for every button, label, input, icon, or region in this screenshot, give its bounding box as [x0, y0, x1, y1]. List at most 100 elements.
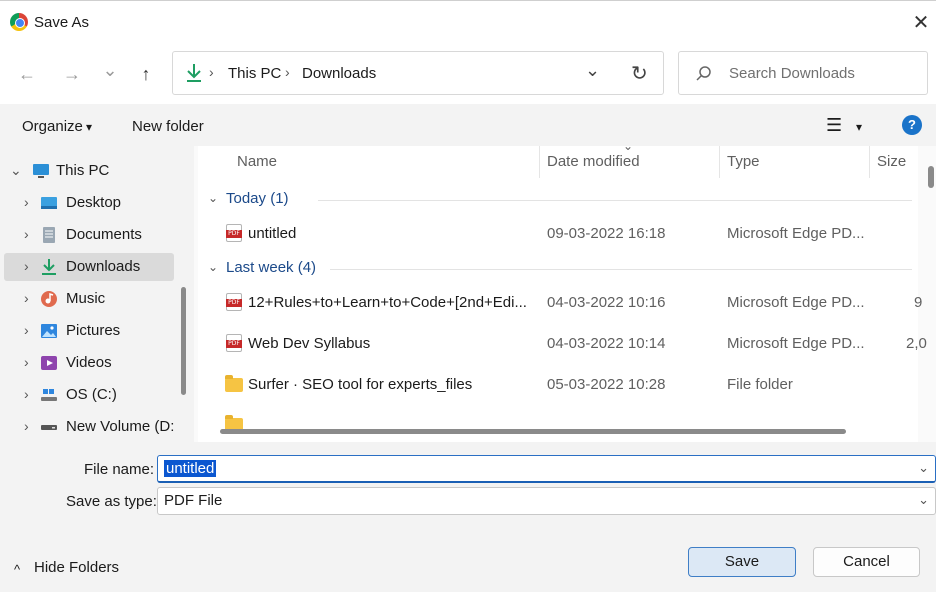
file-name-dropdown-icon[interactable]: ⌄ [918, 460, 929, 476]
sidebar-item-desktop[interactable]: › Desktop [4, 189, 174, 217]
file-name-input[interactable]: untitled [164, 460, 217, 477]
expand-chevron-icon[interactable]: › [24, 322, 29, 338]
search-icon [696, 66, 711, 81]
save-as-type-select[interactable]: PDF File ⌄ [157, 487, 936, 515]
file-size: 9 [914, 294, 923, 311]
pdf-file-icon [226, 293, 242, 311]
file-size: 2,0 [906, 335, 927, 352]
forward-arrow-icon[interactable]: → [59, 62, 85, 86]
breadcrumb-this-pc[interactable]: This PC [228, 65, 281, 82]
sidebar-item-pictures[interactable]: › Pictures [4, 317, 174, 345]
file-row[interactable]: untitled 09-03-2022 16:18 Microsoft Edge… [198, 222, 918, 246]
pdf-file-icon [226, 224, 242, 242]
music-icon [41, 291, 57, 307]
horizontal-scrollbar[interactable] [220, 429, 846, 434]
save-as-type-dropdown-icon[interactable]: ⌄ [918, 492, 929, 508]
file-name: 12+Rules+to+Learn+to+Code+[2nd+Edi... [248, 294, 527, 311]
navigation-bar: ← → ⌄ ↑ › This PC › Downloads ⌄ ↻ Search… [0, 44, 936, 104]
documents-icon [43, 227, 55, 243]
file-name: Web Dev Syllabus [248, 335, 371, 352]
drive-icon [41, 425, 57, 430]
download-location-icon [187, 64, 201, 82]
file-list: Name ⌄ Date modified Type Size ⌄ Today (… [198, 146, 927, 442]
save-form: File name: untitled ⌄ Save as type: PDF … [0, 442, 936, 592]
expand-chevron-icon[interactable]: › [24, 354, 29, 370]
collapse-chevron-icon[interactable]: ⌄ [10, 162, 22, 179]
pdf-file-icon [226, 334, 242, 352]
sidebar-item-label: OS (C:) [66, 386, 117, 403]
sidebar-item-label: Desktop [66, 194, 122, 211]
file-date: 09-03-2022 16:18 [547, 225, 666, 242]
file-name-field[interactable]: untitled ⌄ [157, 455, 936, 483]
refresh-icon[interactable]: ↻ [631, 61, 648, 86]
file-name: Surfer · SEO tool for experts_files [248, 376, 473, 393]
view-options-icon[interactable]: ☰ [826, 115, 842, 136]
sidebar-item-label: Music [66, 290, 106, 307]
file-date: 04-03-2022 10:14 [547, 335, 666, 352]
search-box[interactable]: Search Downloads [678, 51, 928, 95]
sort-indicator-icon: ⌄ [623, 146, 634, 153]
group-collapse-chevron-icon[interactable]: ⌄ [208, 191, 218, 205]
sidebar-item-music[interactable]: › Music [4, 285, 174, 313]
cancel-button[interactable]: Cancel [813, 547, 920, 577]
title-bar: Save As ✕ [0, 0, 936, 44]
sidebar-item-documents[interactable]: › Documents [4, 221, 174, 249]
group-header-last-week[interactable]: Last week (4) [226, 259, 316, 276]
up-arrow-icon[interactable]: ↑ [133, 62, 159, 86]
new-folder-button[interactable]: New folder [132, 118, 204, 135]
expand-chevron-icon[interactable]: › [24, 290, 29, 306]
file-row[interactable]: Web Dev Syllabus 04-03-2022 10:14 Micros… [198, 332, 927, 356]
download-icon [42, 259, 56, 275]
file-name: untitled [248, 225, 297, 242]
monitor-icon [33, 164, 49, 178]
help-icon[interactable]: ? [902, 115, 922, 135]
column-divider[interactable] [719, 146, 720, 178]
save-as-type-label: Save as type: [66, 493, 157, 510]
sidebar-item-label: This PC [56, 162, 110, 179]
file-type: Microsoft Edge PD... [727, 335, 865, 352]
sidebar-item-os-c[interactable]: › OS (C:) [4, 381, 174, 409]
group-collapse-chevron-icon[interactable]: ⌄ [208, 260, 218, 274]
address-dropdown-icon[interactable]: ⌄ [585, 60, 600, 81]
file-row[interactable]: Surfer · SEO tool for experts_files 05-0… [198, 373, 918, 397]
column-divider[interactable] [539, 146, 540, 178]
save-button[interactable]: Save [688, 547, 796, 577]
sidebar-scrollbar[interactable] [181, 287, 186, 395]
expand-chevron-icon[interactable]: › [24, 386, 29, 402]
sidebar-item-this-pc[interactable]: ⌄ This PC [4, 157, 174, 185]
sidebar-item-new-volume-d[interactable]: › New Volume (D: [4, 413, 174, 441]
breadcrumb-separator: › [285, 64, 290, 80]
window-title: Save As [34, 14, 90, 31]
sidebar-item-videos[interactable]: › Videos [4, 349, 174, 377]
address-bar[interactable]: › This PC › Downloads ⌄ ↻ [172, 51, 664, 95]
breadcrumb-downloads[interactable]: Downloads [302, 65, 376, 82]
organize-chevron-icon[interactable]: ▾ [86, 120, 92, 134]
expand-chevron-icon[interactable]: › [24, 226, 29, 242]
pictures-icon [41, 324, 57, 338]
group-divider [318, 200, 912, 201]
folder-icon [225, 375, 243, 392]
expand-chevron-icon[interactable]: › [24, 258, 29, 274]
vertical-scrollbar[interactable] [928, 166, 934, 188]
hide-folders-button[interactable]: Hide Folders [34, 559, 119, 576]
file-name-label: File name: [84, 461, 155, 478]
column-header-size[interactable]: Size [877, 153, 906, 170]
column-header-date-modified[interactable]: Date modified [547, 153, 640, 170]
back-arrow-icon[interactable]: ← [14, 62, 40, 86]
organize-button[interactable]: Organize [22, 118, 83, 135]
sidebar-item-downloads[interactable]: › Downloads [4, 253, 174, 281]
column-header-name[interactable]: Name [237, 153, 277, 170]
file-type: Microsoft Edge PD... [727, 225, 865, 242]
group-header-today[interactable]: Today (1) [226, 190, 289, 207]
expand-chevron-icon[interactable]: › [24, 418, 29, 434]
close-icon[interactable]: ✕ [906, 9, 936, 37]
expand-chevron-icon[interactable]: › [24, 194, 29, 210]
hide-folders-chevron-icon[interactable]: ^ [14, 562, 20, 577]
videos-icon [41, 356, 57, 370]
column-header-type[interactable]: Type [727, 153, 760, 170]
column-divider[interactable] [869, 146, 870, 178]
view-options-chevron-icon[interactable]: ▾ [856, 120, 862, 134]
recent-locations-chevron-icon[interactable]: ⌄ [97, 58, 123, 82]
file-row[interactable]: 12+Rules+to+Learn+to+Code+[2nd+Edi... 04… [198, 291, 922, 315]
search-input[interactable]: Search Downloads [729, 65, 855, 82]
